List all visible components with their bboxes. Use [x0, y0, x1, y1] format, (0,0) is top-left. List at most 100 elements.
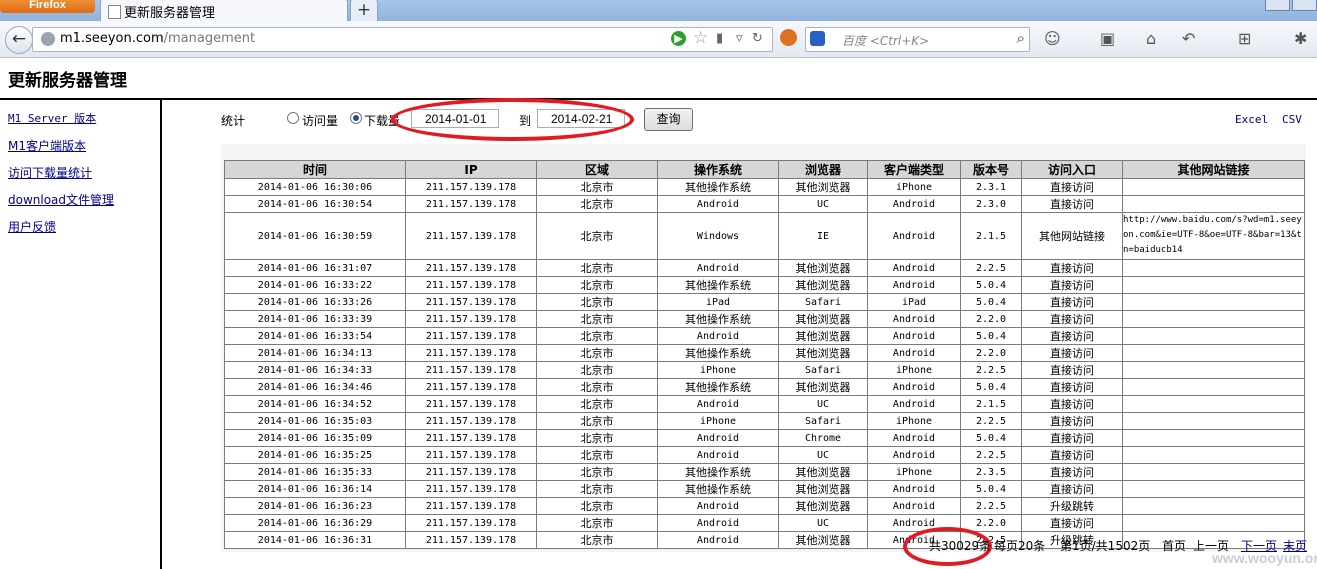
browser-tab[interactable]: 更新服务器管理: [100, 0, 348, 22]
sidebar-item-download-files[interactable]: download文件管理: [8, 191, 114, 218]
time-cell: 2014-01-06 16:31:07: [224, 259, 406, 277]
time-cell: 2014-01-06 16:33:54: [224, 327, 406, 345]
os-cell: 其他操作系统: [657, 480, 779, 498]
undo-icon[interactable]: ↶: [1182, 29, 1195, 48]
browser-cell: 其他浏览器: [778, 178, 868, 196]
region-cell: 北京市: [536, 293, 658, 311]
table-row: 2014-01-06 16:33:22 211.157.139.178 北京市 其他操…: [224, 276, 1305, 294]
column-header-entry: 访问入口: [1021, 160, 1123, 179]
export-csv-link[interactable]: CSV: [1282, 113, 1302, 126]
referrer-cell: [1122, 293, 1305, 311]
access-log-table: 时间 IP 区域 操作系统 浏览器 客户端类型 版本号 访问入口 其他网站链接 2014-01-…: [224, 160, 1305, 549]
os-cell: Android: [657, 195, 779, 213]
time-cell: 2014-01-06 16:33:22: [224, 276, 406, 294]
crop-icon[interactable]: ⊞: [1238, 29, 1251, 48]
bookmark-star-icon[interactable]: ☆: [693, 28, 708, 48]
stop-icon[interactable]: [780, 29, 797, 46]
region-cell: 北京市: [536, 259, 658, 277]
time-cell: 2014-01-06 16:36:31: [224, 531, 406, 549]
search-bar[interactable]: 百度 <Ctrl+K> ⌕: [805, 27, 1030, 52]
region-cell: 北京市: [536, 446, 658, 464]
go-icon[interactable]: ▶: [671, 31, 686, 46]
header-divider: [0, 98, 1317, 100]
home-icon[interactable]: ⌂: [1146, 29, 1156, 48]
table-row: 2014-01-06 16:35:09 211.157.139.178 北京市 And…: [224, 429, 1305, 447]
table-row: 2014-01-06 16:33:54 211.157.139.178 北京市 And…: [224, 327, 1305, 345]
address-bar[interactable]: m1.seeyon.com/management ▶ ☆ ▮ ▿ ↻: [32, 27, 773, 52]
time-cell: 2014-01-06 16:36:29: [224, 514, 406, 532]
window-controls: [1263, 0, 1317, 15]
back-icon[interactable]: ←: [5, 26, 33, 54]
browser-cell: UC: [778, 514, 868, 532]
region-cell: 北京市: [536, 178, 658, 196]
client-type-cell: iPhone: [867, 178, 961, 196]
referrer-cell: [1122, 195, 1305, 213]
client-type-cell: Android: [867, 480, 961, 498]
version-cell: 2.2.5: [960, 259, 1022, 277]
version-cell: 2.2.0: [960, 344, 1022, 362]
ip-cell: 211.157.139.178: [405, 395, 537, 413]
sidebar-divider: [160, 99, 162, 569]
time-cell: 2014-01-06 16:34:13: [224, 344, 406, 362]
browser-cell: UC: [778, 446, 868, 464]
version-cell: 2.1.5: [960, 212, 1022, 260]
url-path: /management: [163, 31, 256, 46]
sidebar-item-download-stats[interactable]: 访问下载量统计: [8, 164, 114, 191]
firefox-menu-button[interactable]: Firefox: [0, 0, 95, 13]
ip-cell: 211.157.139.178: [405, 412, 537, 430]
bookmarks-icon[interactable]: ▣: [1100, 29, 1115, 48]
baidu-paw-icon[interactable]: [810, 31, 825, 46]
client-type-cell: iPhone: [867, 361, 961, 379]
client-type-cell: Android: [867, 395, 961, 413]
os-cell: Android: [657, 514, 779, 532]
browser-tab-title: 更新服务器管理: [124, 6, 216, 21]
version-cell: 2.3.0: [960, 195, 1022, 213]
referrer-cell: [1122, 310, 1305, 328]
browser-cell: 其他浏览器: [778, 276, 868, 294]
column-header-os: 操作系统: [657, 160, 779, 179]
addon-icon[interactable]: ☺: [1044, 29, 1061, 48]
export-excel-link[interactable]: Excel: [1235, 113, 1268, 126]
new-tab-button[interactable]: +: [350, 0, 378, 22]
os-cell: Windows: [657, 212, 779, 260]
phone-icon[interactable]: ▮: [716, 31, 723, 46]
ip-cell: 211.157.139.178: [405, 480, 537, 498]
table-row: 2014-01-06 16:34:33 211.157.139.178 北京市 iPh…: [224, 361, 1305, 379]
version-cell: 2.2.5: [960, 361, 1022, 379]
entry-cell: 升级跳转: [1021, 497, 1123, 515]
close-window-button[interactable]: [1292, 0, 1317, 11]
sidebar-item-server-version[interactable]: M1 Server 版本: [8, 110, 114, 137]
version-cell: 5.0.4: [960, 429, 1022, 447]
search-icon[interactable]: ⌕: [1017, 29, 1025, 47]
time-cell: 2014-01-06 16:34:46: [224, 378, 406, 396]
dropdown-icon[interactable]: ▿: [736, 31, 743, 46]
total-count: 共30029条: [929, 539, 992, 553]
per-page: 每页20条: [994, 539, 1046, 553]
extension-icon[interactable]: ✱: [1294, 29, 1307, 48]
reload-icon[interactable]: ↻: [752, 31, 763, 46]
region-cell: 北京市: [536, 463, 658, 481]
table-row: 2014-01-06 16:36:23 211.157.139.178 北京市 And…: [224, 497, 1305, 515]
url-host: m1.seeyon.com: [60, 31, 164, 46]
version-cell: 2.3.1: [960, 178, 1022, 196]
pager-first[interactable]: 首页: [1162, 537, 1186, 554]
navigation-toolbar: ← m1.seeyon.com/management ▶ ☆ ▮ ▿ ↻ 百度 …: [0, 21, 1317, 58]
client-type-cell: Android: [867, 446, 961, 464]
os-cell: 其他操作系统: [657, 463, 779, 481]
radio-visits[interactable]: [287, 112, 299, 124]
client-type-cell: Android: [867, 497, 961, 515]
referrer-cell: [1122, 259, 1305, 277]
os-cell: Android: [657, 429, 779, 447]
referrer-cell: http://www.baidu.com/s?wd=m1.seeyon.com&…: [1122, 212, 1305, 260]
time-cell: 2014-01-06 16:30:06: [224, 178, 406, 196]
referrer-cell: [1122, 514, 1305, 532]
query-button[interactable]: 查询: [644, 108, 693, 131]
version-cell: 5.0.4: [960, 293, 1022, 311]
sidebar-item-feedback[interactable]: 用户反馈: [8, 218, 114, 245]
version-cell: 2.1.5: [960, 395, 1022, 413]
region-cell: 北京市: [536, 378, 658, 396]
restore-window-button[interactable]: [1265, 0, 1290, 11]
time-cell: 2014-01-06 16:35:09: [224, 429, 406, 447]
radio-downloads[interactable]: [350, 112, 362, 124]
sidebar-item-client-version[interactable]: M1客户端版本: [8, 137, 114, 164]
